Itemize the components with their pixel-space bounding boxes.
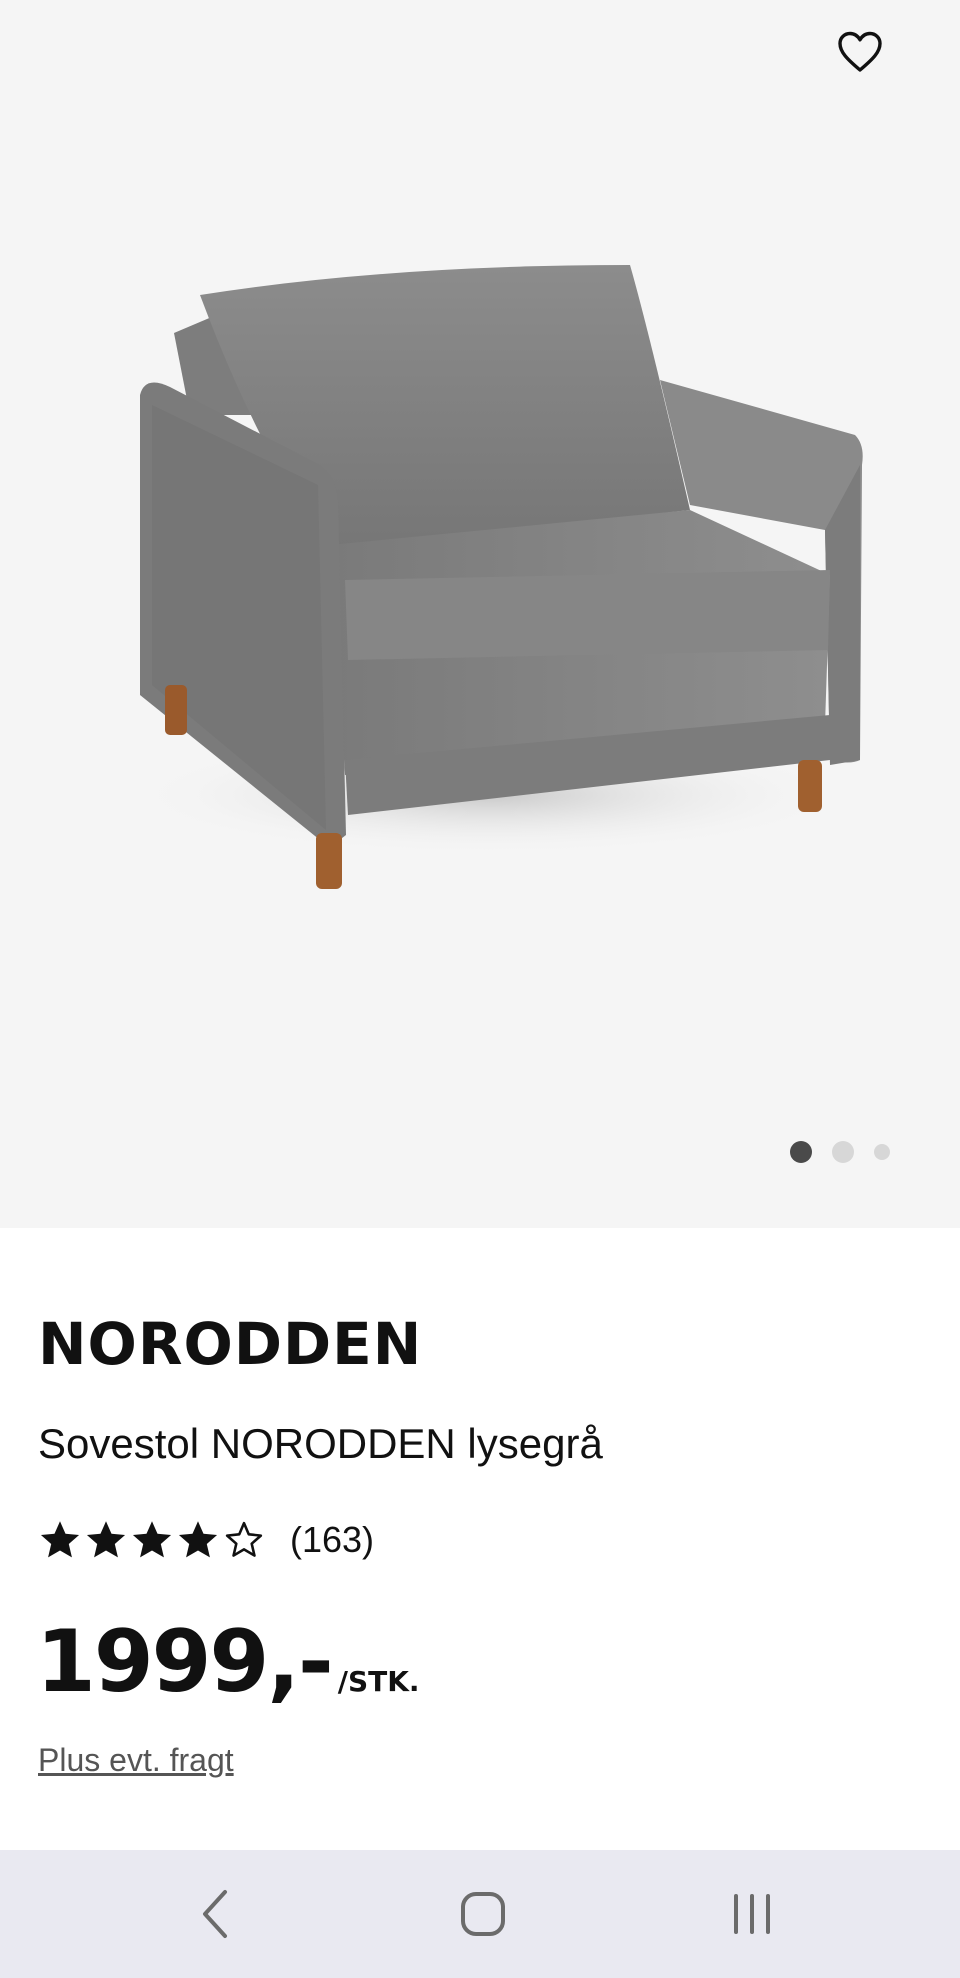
star-filled-icon: [40, 1521, 80, 1558]
system-navigation-bar: [0, 1850, 960, 1978]
product-photo: [130, 265, 863, 889]
product-image-gallery[interactable]: [0, 0, 960, 1228]
gallery-pagination: [790, 1140, 890, 1164]
three-bars-icon: [734, 1894, 770, 1934]
rounded-square-icon: [461, 1892, 505, 1936]
price-amount: 1999,-: [36, 1612, 334, 1712]
review-count: (163): [290, 1519, 375, 1560]
price-unit: /STK.: [337, 1665, 420, 1698]
nav-back-button[interactable]: [155, 1850, 275, 1978]
nav-home-button[interactable]: [423, 1850, 543, 1978]
freight-link[interactable]: Plus evt. fragt: [38, 1742, 234, 1779]
star-empty-icon: [225, 1521, 263, 1557]
star-filled-icon: [132, 1521, 172, 1558]
page-dot-active[interactable]: [790, 1141, 812, 1163]
favorite-button[interactable]: [832, 26, 888, 78]
page-dot[interactable]: [874, 1144, 890, 1160]
page-dot[interactable]: [832, 1141, 854, 1163]
rating-row[interactable]: (163): [38, 1512, 374, 1568]
product-title: Sovestol NORODDEN lysegrå: [38, 1420, 603, 1467]
star-filled-icon: [178, 1521, 218, 1558]
product-brand: NORODDEN: [38, 1310, 423, 1378]
star-filled-icon: [86, 1521, 126, 1558]
chevron-left-icon: [203, 1890, 227, 1938]
price: 1999,- /STK.: [36, 1612, 420, 1712]
nav-recents-button[interactable]: [692, 1850, 812, 1978]
heart-outline-icon: [838, 31, 882, 72]
